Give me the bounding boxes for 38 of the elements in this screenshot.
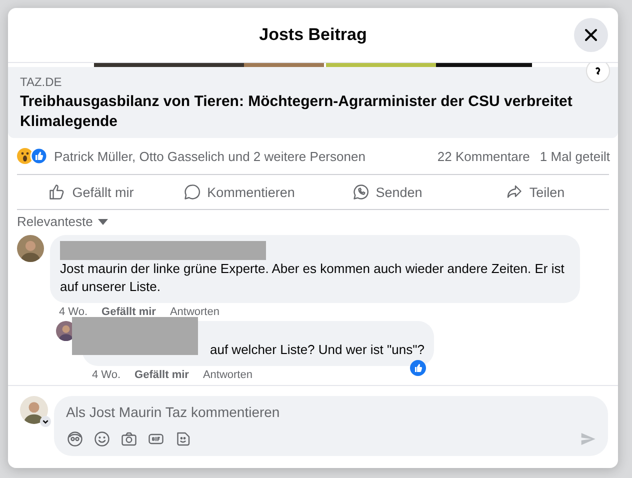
more-button[interactable] — [586, 63, 610, 83]
link-domain: TAZ.DE — [20, 75, 63, 89]
reply-link[interactable]: Antworten — [170, 306, 220, 318]
share-arrow-icon — [505, 183, 524, 201]
reaction-names[interactable]: Patrick Müller, Otto Gasselich und 2 weitere Personen — [54, 148, 366, 164]
chevron-down-icon — [40, 416, 51, 427]
like-link[interactable]: Gefällt mir — [102, 306, 156, 318]
comment-box[interactable]: Als Jost Maurin Taz kommentieren — [54, 396, 608, 456]
avatar — [17, 235, 44, 262]
action-button[interactable]: Teilen — [461, 175, 609, 209]
close-button[interactable] — [574, 18, 608, 52]
speech-bubble-icon — [183, 183, 202, 201]
avatar — [20, 396, 48, 424]
comment-time: 4 Wo. — [59, 306, 88, 318]
comment-time: 4 Wo. — [92, 369, 121, 381]
camera-icon — [120, 430, 138, 448]
action-button[interactable]: Senden — [313, 175, 461, 209]
action-button[interactable]: Gefällt mir — [17, 175, 165, 209]
link-headline[interactable]: Treibhausgasbilanz von Tieren: Möchtegern-Agrarminister der CSU verbreitet Klimalegende — [20, 92, 606, 132]
share-count[interactable]: 1 Mal geteilt — [540, 148, 610, 164]
reply-link[interactable]: Antworten — [202, 369, 252, 381]
thumbs-up-icon — [48, 183, 66, 201]
caret-icon — [98, 218, 108, 224]
action-button[interactable]: Kommentieren — [165, 175, 313, 209]
comment-text: auf welcher Liste? Und wer ist "uns"? — [209, 341, 424, 359]
squiggle-icon — [594, 66, 602, 76]
comment-count[interactable]: 22 Kommentare — [437, 148, 530, 164]
comment-text: Jost maurin der linke grüne Experte. Aber es kommen auch wieder andere Zeiten. Er ist auf unserer Liste. — [60, 260, 566, 296]
comment-field[interactable]: Als Jost Maurin Taz kommentieren — [66, 404, 596, 420]
like-link[interactable]: Gefällt mir — [134, 369, 189, 381]
sticker-icon — [174, 430, 192, 448]
dialog-title: Josts Beitrag — [259, 25, 367, 45]
smiley-icon — [93, 430, 111, 448]
sort-dropdown[interactable]: Relevanteste — [17, 214, 108, 229]
reaction-icons — [16, 147, 48, 165]
close-icon — [583, 27, 599, 43]
phone-bubble-icon — [352, 183, 370, 201]
avatar-sticker-icon — [66, 430, 84, 448]
